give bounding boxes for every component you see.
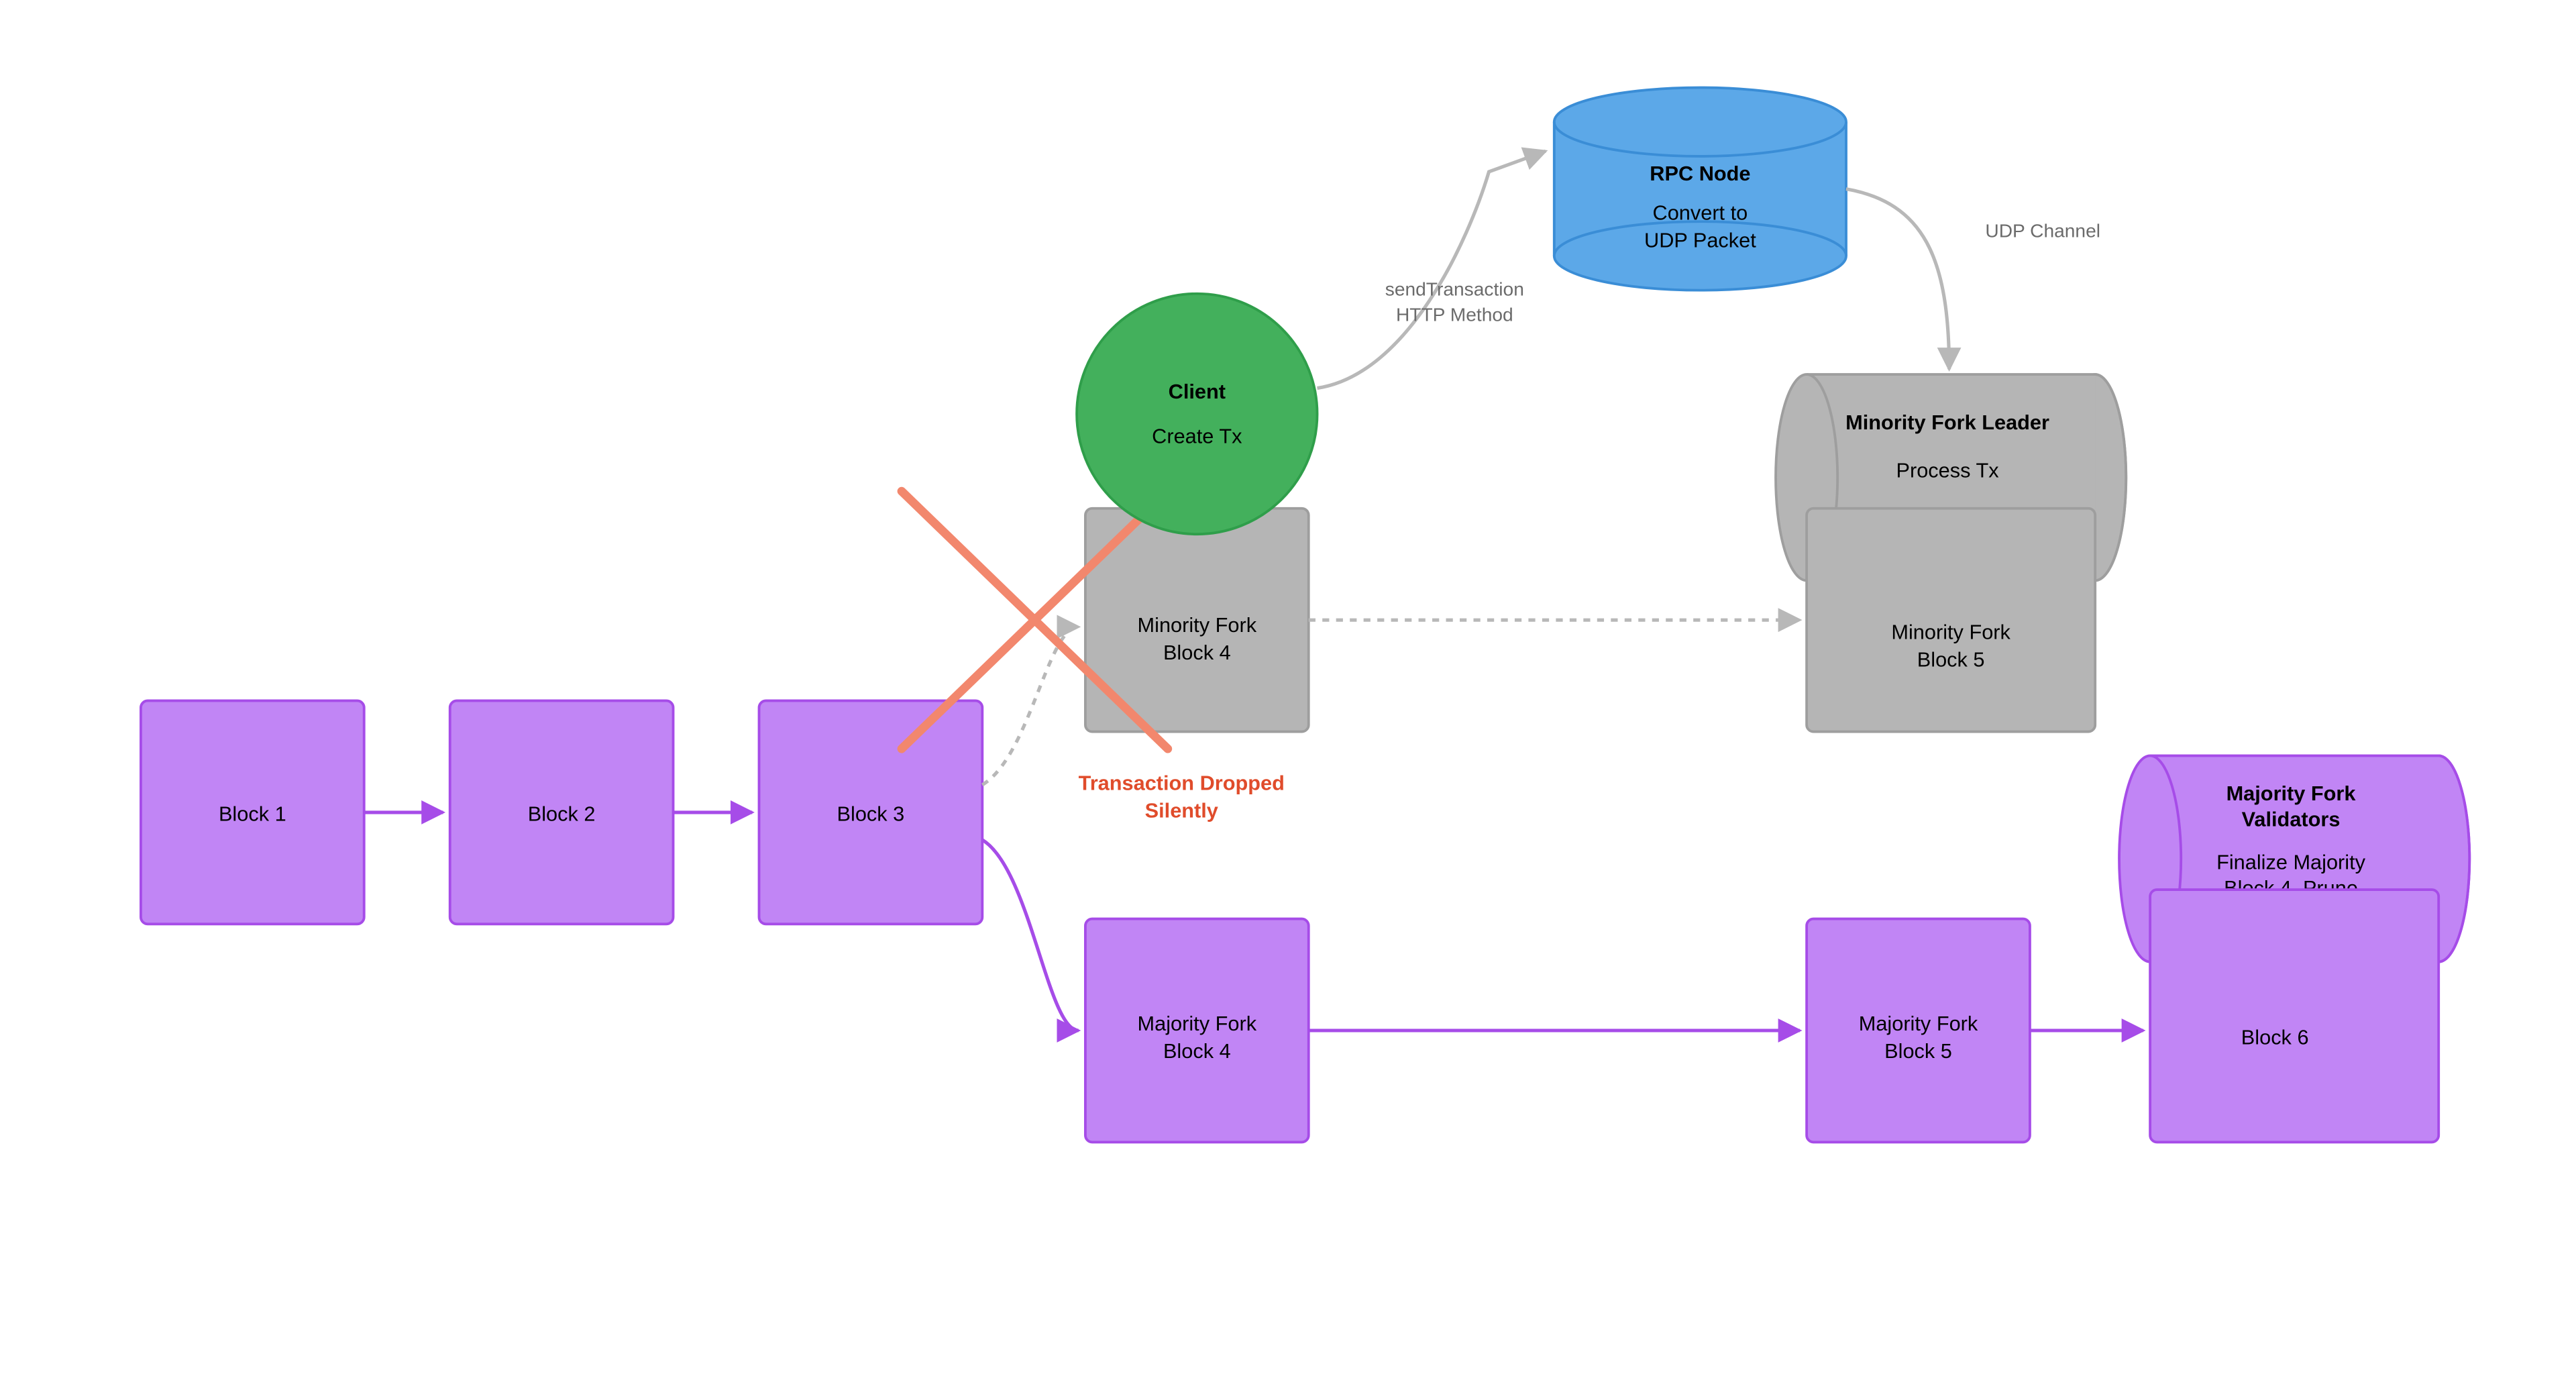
- warning-line-2: Silently: [1145, 799, 1218, 823]
- block-2: Block 2: [450, 700, 674, 924]
- validators-title-2: Validators: [2242, 807, 2341, 831]
- edge-rpc-leader-label: UDP Channel: [1985, 220, 2100, 241]
- majority-block-5: Majority Fork Block 5: [1807, 919, 2030, 1143]
- block-3-label: Block 3: [837, 802, 905, 826]
- minority-block-4-label-1: Minority Fork: [1138, 613, 1257, 637]
- block-3: Block 3: [759, 700, 983, 924]
- minority-block-4-label-2: Block 4: [1163, 641, 1231, 664]
- minority-block-5-label-2: Block 5: [1917, 647, 1985, 671]
- edge-client-rpc-label-2: HTTP Method: [1396, 305, 1513, 325]
- rpc-node: RPC Node Convert to UDP Packet: [1554, 88, 1846, 290]
- majority-block-4: Majority Fork Block 4: [1085, 919, 1309, 1143]
- majority-block-5-label-2: Block 5: [1884, 1039, 1952, 1063]
- edge-client-rpc: [1318, 151, 1546, 388]
- client-sub: Create Tx: [1152, 424, 1242, 447]
- leader-title: Minority Fork Leader: [1845, 411, 2049, 434]
- block-6-label: Block 6: [2241, 1025, 2309, 1049]
- minority-block-5: Minority Fork Block 5: [1807, 509, 2095, 732]
- block-6: Block 6: [2150, 890, 2438, 1142]
- majority-block-4-label-2: Block 4: [1163, 1039, 1231, 1063]
- edge-rpc-leader: [1846, 189, 1949, 370]
- minority-block-5-label-1: Minority Fork: [1891, 620, 2010, 643]
- rpc-title: RPC Node: [1650, 162, 1750, 185]
- edge-client-rpc-label-1: sendTransaction: [1385, 278, 1524, 299]
- warning-line-1: Transaction Dropped: [1079, 772, 1285, 795]
- validators-sub-1: Finalize Majority: [2216, 850, 2366, 874]
- majority-block-4-label-1: Majority Fork: [1138, 1012, 1257, 1035]
- rpc-sub-2: UDP Packet: [1644, 229, 1756, 252]
- validators-title-1: Majority Fork: [2226, 782, 2357, 805]
- block-2-label: Block 2: [528, 802, 596, 826]
- block-1-label: Block 1: [219, 802, 286, 826]
- client-title: Client: [1169, 380, 1226, 403]
- client-node: Client Create Tx: [1077, 294, 1317, 534]
- block-1: Block 1: [141, 700, 364, 924]
- majority-block-5-label-1: Majority Fork: [1859, 1012, 1978, 1035]
- leader-sub: Process Tx: [1896, 459, 2000, 482]
- edge-b3-majority4: [982, 840, 1078, 1030]
- rpc-sub-1: Convert to: [1653, 201, 1748, 225]
